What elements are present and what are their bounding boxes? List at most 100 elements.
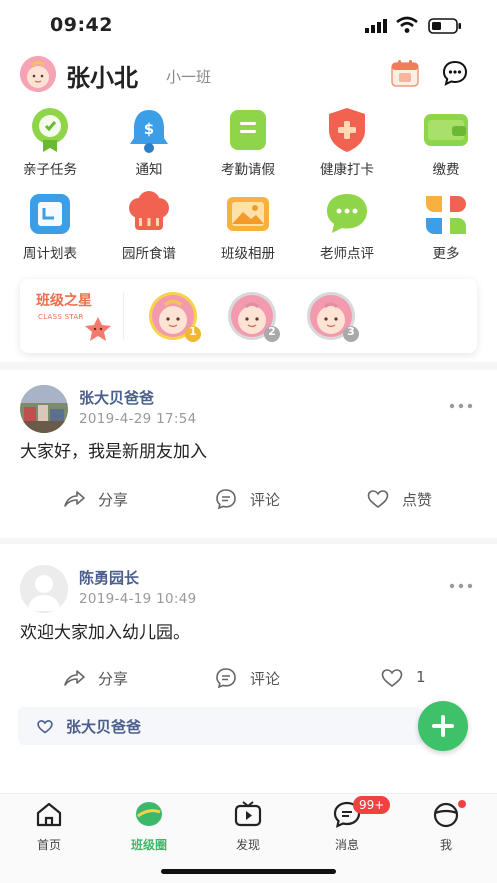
chat-bubble-icon[interactable]: [441, 59, 469, 87]
like-button[interactable]: 1: [380, 666, 470, 690]
like-count: 1: [416, 668, 426, 686]
tab-label: 我: [439, 838, 452, 852]
comment-icon: [216, 489, 236, 510]
class-star-rank-2[interactable]: 2: [226, 291, 282, 343]
status-bar: 09:42: [0, 0, 497, 48]
grid-item-more[interactable]: 更多: [406, 188, 486, 268]
tab-discover[interactable]: 发现: [208, 800, 288, 852]
share-icon: [64, 491, 85, 507]
class-star-rank-3[interactable]: 3: [305, 291, 361, 343]
profile-icon: [433, 802, 459, 828]
class-star-subtitle: CLASS STAR: [38, 313, 84, 321]
more-dots-icon[interactable]: [449, 582, 473, 590]
notification-dot: [458, 800, 466, 808]
tab-label: 首页: [36, 838, 61, 852]
chef-hat-icon: [129, 191, 169, 230]
baby-avatar-icon: [20, 56, 56, 92]
wallet-icon: [424, 114, 468, 146]
heart-icon: [37, 720, 53, 734]
share-label: 分享: [98, 491, 129, 509]
tab-messages[interactable]: 99+ 消息: [307, 796, 391, 852]
tab-class-circle[interactable]: 班级圈: [109, 800, 189, 852]
liked-by-name[interactable]: 张大贝爸爸: [66, 716, 141, 737]
grid-label: 缴费: [432, 162, 460, 178]
liked-by-bar: 张大贝爸爸: [18, 707, 423, 745]
grid-label: 考勤请假: [221, 162, 275, 178]
more-apps-icon: [426, 196, 466, 234]
heart-icon: [381, 669, 403, 688]
class-name[interactable]: 小一班: [166, 66, 211, 87]
svg-text:$: $: [144, 120, 154, 138]
notice-bell-icon: $: [130, 110, 168, 153]
comment-icon: [216, 668, 236, 689]
grid-label: 园所食谱: [122, 246, 176, 262]
grid-label: 周计划表: [23, 246, 77, 262]
comment-button[interactable]: 评论: [214, 487, 324, 511]
comment-label: 评论: [250, 491, 281, 509]
grid-item-teacher-review[interactable]: 老师点评: [307, 188, 387, 268]
post-date: 2019-4-19 10:49: [79, 591, 197, 607]
grid-label: 老师点评: [320, 246, 374, 262]
grid-item-payment[interactable]: 缴费: [406, 104, 486, 184]
tab-label: 班级圈: [130, 838, 167, 852]
author-name[interactable]: 张大贝爸爸: [79, 387, 154, 408]
tab-profile[interactable]: 我: [406, 800, 486, 852]
default-avatar-icon: [20, 565, 68, 613]
class-star-title: 班级之星: [36, 293, 92, 309]
grid-label: 通知: [135, 162, 163, 178]
heart-icon: [367, 490, 389, 509]
photo-avatar-icon: [20, 385, 68, 433]
avatar[interactable]: [20, 56, 56, 92]
like-button[interactable]: 点赞: [366, 487, 476, 511]
comment-bubble-icon: [327, 194, 367, 233]
class-star-card[interactable]: 班级之星 CLASS STAR 1 2 3: [20, 279, 477, 353]
share-icon: [64, 670, 85, 686]
share-button[interactable]: 分享: [62, 666, 172, 690]
grid-item-weekly-plan[interactable]: 周计划表: [10, 188, 90, 268]
cell-signal-icon: [365, 19, 387, 33]
wifi-icon: [396, 16, 418, 33]
tab-home[interactable]: 首页: [9, 800, 89, 852]
attendance-icon: [230, 110, 266, 150]
rank-number: 1: [189, 325, 197, 338]
message-badge: 99+: [353, 796, 391, 814]
star-mascot-icon: [85, 317, 111, 341]
add-post-button[interactable]: [418, 701, 468, 751]
calendar-icon[interactable]: [390, 58, 420, 88]
plus-icon: [432, 715, 454, 737]
status-time: 09:42: [50, 14, 113, 36]
share-label: 分享: [98, 670, 129, 688]
author-avatar[interactable]: [20, 565, 68, 613]
parent-task-icon: [32, 108, 68, 152]
battery-icon: [428, 18, 461, 34]
grid-item-attendance[interactable]: 考勤请假: [208, 104, 288, 184]
grid-item-recipe[interactable]: 园所食谱: [109, 188, 189, 268]
author-avatar[interactable]: [20, 385, 68, 433]
grid-label: 亲子任务: [23, 162, 77, 178]
home-indicator: [161, 869, 336, 874]
discover-tv-icon: [234, 801, 262, 827]
grid-item-health[interactable]: 健康打卡: [307, 104, 387, 184]
class-star-badge: 班级之星 CLASS STAR: [28, 287, 120, 345]
share-button[interactable]: 分享: [62, 487, 172, 511]
rank-number: 3: [347, 325, 355, 338]
comment-button[interactable]: 评论: [214, 666, 324, 690]
divider: [123, 293, 124, 339]
grid-label: 更多: [432, 246, 460, 262]
grid-item-album[interactable]: 班级相册: [208, 188, 288, 268]
grid-label: 健康打卡: [320, 162, 374, 178]
author-name[interactable]: 陈勇园长: [79, 567, 139, 588]
class-circle-icon: [136, 802, 162, 826]
section-divider: [0, 538, 497, 544]
post-date: 2019-4-29 17:54: [79, 411, 197, 427]
class-star-rank-1[interactable]: 1: [147, 291, 203, 343]
grid-item-notice[interactable]: $ 通知: [109, 104, 189, 184]
tab-label: 消息: [334, 838, 359, 852]
like-label: 点赞: [402, 491, 433, 509]
header: 张小北 小一班: [0, 52, 497, 96]
post-text: 欢迎大家加入幼儿园。: [20, 623, 190, 643]
grid-item-parent-task[interactable]: 亲子任务: [10, 104, 90, 184]
more-dots-icon[interactable]: [449, 402, 473, 410]
app-screen: 09:42 张小北 小一班 亲子任务 $ 通知 考勤请假 健康打卡 缴费 周计划…: [0, 0, 497, 883]
feed-post: 张大贝爸爸 2019-4-29 17:54 大家好，我是新朋友加入 分享 评论 …: [0, 378, 497, 538]
